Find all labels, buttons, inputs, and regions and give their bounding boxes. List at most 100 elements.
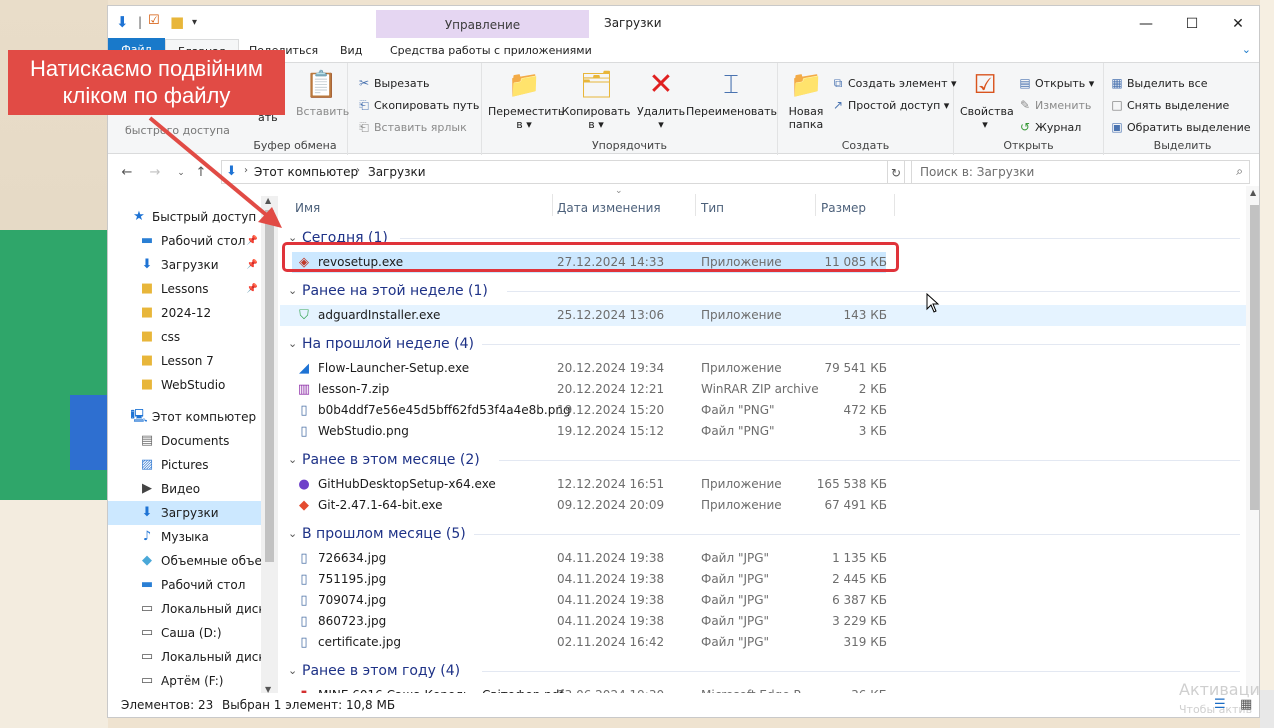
folder-icon: ■ [140,377,154,392]
file-row[interactable]: ▯ certificate.jpg 02.11.2024 16:42 Файл "JP… [280,632,1246,653]
breadcrumb-this-pc[interactable]: Этот компьютер [254,165,358,179]
nav-this-pc[interactable]: 🖳 Этот компьютер [108,405,261,429]
file-row[interactable]: ▥ lesson-7.zip 20.12.2024 12:21 WinRAR ZIP … [280,379,1246,400]
column-header-name[interactable]: Имя [295,194,320,222]
large-icons-view-icon[interactable]: ▦ [1240,697,1252,712]
star-icon: ★ [133,209,145,224]
nav-pc-item[interactable]: ▨ Pictures [108,453,261,477]
collapse-chevron-icon[interactable]: ⌄ [288,522,297,546]
nav-quick-item[interactable]: ⬇ Загрузки 📌 [108,253,261,277]
scroll-up-icon[interactable]: ▲ [265,196,271,205]
pin-icon: 📌 [246,260,258,270]
up-arrow-icon[interactable]: ↑ [190,162,212,184]
nav-pc-item[interactable]: ▭ Артём (F:) [108,669,261,693]
properties-button[interactable]: ☑ Свойства ▾ [960,69,1014,131]
file-list-scroll-thumb[interactable] [1250,205,1259,510]
nav-pc-item[interactable]: ▤ Documents [108,429,261,453]
group-header[interactable]: ⌄ Ранее в этом месяце (2) [280,448,1246,472]
collapse-chevron-icon[interactable]: ⌄ [288,659,297,683]
breadcrumb-downloads[interactable]: Загрузки [368,165,426,179]
tab-app-tools[interactable]: Средства работы с приложениями [390,44,592,57]
collapse-chevron-icon[interactable]: ⌄ [288,279,297,303]
nav-pc-item[interactable]: ♪ Музыка [108,525,261,549]
pin-quick-access-label[interactable]: быстрого доступа [125,124,230,137]
select-all-button[interactable]: ▦ Выделить все [1110,76,1207,90]
maximize-button[interactable]: ☐ [1169,11,1215,37]
group-header[interactable]: ⌄ В прошлом месяце (5) [280,522,1246,546]
close-button[interactable]: ✕ [1215,11,1259,37]
nav-quick-item[interactable]: ■ css [108,325,261,349]
file-size: 2 445 КБ [832,572,887,586]
edit-button[interactable]: ✎ Изменить [1018,98,1091,112]
nav-quick-access[interactable]: ★ Быстрый доступ [108,205,261,229]
delete-x-icon: ✕ [648,67,674,102]
address-bar[interactable]: ⬇ › Этот компьютер › Загрузки ⌄ [221,160,1002,184]
nav-pc-item[interactable]: ▭ Саша (D:) [108,621,261,645]
scroll-up-icon[interactable]: ▲ [1250,188,1256,197]
copy-to-button[interactable]: 🗂 Копировать в ▾ [560,69,632,131]
column-header-size[interactable]: Размер [821,194,866,222]
nav-pc-item[interactable]: ◆ Объемные объекты [108,549,261,573]
download-arrow-icon[interactable]: ⬇ [116,13,129,31]
nav-quick-item[interactable]: ■ WebStudio [108,373,261,397]
recent-locations-chevron-icon[interactable]: ⌄ [170,162,192,184]
search-icon[interactable]: ⌕ [1236,164,1243,179]
new-folder-icon[interactable]: ■ [170,13,184,31]
invert-selection-button[interactable]: ▣ Обратить выделение [1110,120,1250,134]
column-separator[interactable] [695,194,696,216]
file-list-scrollbar[interactable]: ▲ [1246,186,1259,695]
file-row[interactable]: ▯ WebStudio.png 19.12.2024 15:12 Файл "PNG"… [280,421,1246,442]
file-row[interactable]: ▯ 726634.jpg 04.11.2024 19:38 Файл "JPG" 1 1… [280,548,1246,569]
details-view-icon[interactable]: ☰ [1214,697,1226,712]
nav-quick-item[interactable]: ▬ Рабочий стол 📌 [108,229,261,253]
nav-scroll-thumb[interactable] [265,210,274,562]
collapse-chevron-icon[interactable]: ⌄ [288,448,297,472]
new-folder-button[interactable]: 📁 Новая папка [782,69,830,131]
file-row[interactable]: ▯ 860723.jpg 04.11.2024 19:38 Файл "JPG" 3 2… [280,611,1246,632]
nav-pc-item[interactable]: ▭ Локальный диск (E:) [108,645,261,669]
select-none-button[interactable]: □ Снять выделение [1110,98,1229,112]
history-button[interactable]: ↺ Журнал [1018,120,1081,134]
open-button[interactable]: ▤ Открыть ▾ [1018,76,1094,90]
group-header[interactable]: ⌄ Ранее на этой неделе (1) [280,279,1246,303]
nav-pc-item[interactable]: ▬ Рабочий стол [108,573,261,597]
file-row[interactable]: ▯ b0b4ddf7e56e45d5bff62fd53f4a4e8b.png 19.… [280,400,1246,421]
easy-access-button[interactable]: ↗ Простой доступ ▾ [831,98,949,112]
properties-check-icon[interactable]: ☑ [148,13,160,28]
forward-arrow-icon[interactable]: → [144,162,166,184]
file-name: GitHubDesktopSetup-x64.exe [318,477,496,491]
minimize-button[interactable]: — [1123,11,1169,37]
column-header-date[interactable]: Дата изменения [557,194,661,222]
tab-view[interactable]: Вид [340,44,362,57]
paste-button[interactable]: 📋 Вставить [296,69,349,118]
collapse-chevron-icon[interactable]: ⌄ [288,332,297,356]
group-header[interactable]: ⌄ Ранее в этом году (4) [280,659,1246,683]
file-row[interactable]: ▯ 751195.jpg 04.11.2024 19:38 Файл "JPG" 2 4… [280,569,1246,590]
nav-scrollbar[interactable]: ▲ ▼ [261,196,278,694]
back-arrow-icon[interactable]: ← [116,162,138,184]
refresh-icon[interactable]: ↻ [887,160,905,184]
new-item-button[interactable]: ⧉ Создать элемент ▾ [831,76,957,91]
expand-ribbon-icon[interactable]: ⌄ [1242,43,1251,56]
nav-quick-item[interactable]: ■ Lesson 7 [108,349,261,373]
file-row[interactable]: ◆ Git-2.47.1-64-bit.exe 09.12.2024 20:09 Пр… [280,495,1246,516]
nav-pc-item[interactable]: ▭ Локальный диск (C:) [108,597,261,621]
file-row[interactable]: ⛉ adguardInstaller.exe 25.12.2024 13:06 При… [280,305,1246,326]
move-to-button[interactable]: 📁 Переместить в ▾ [488,69,564,131]
column-header-type[interactable]: Тип [701,194,724,222]
group-header[interactable]: ⌄ На прошлой неделе (4) [280,332,1246,356]
column-separator[interactable] [894,194,895,216]
file-row[interactable]: ◢ Flow-Launcher-Setup.exe 20.12.2024 19:34… [280,358,1246,379]
nav-pc-item[interactable]: ▶ Видео [108,477,261,501]
customize-toolbar-icon[interactable]: ▾ [192,17,197,28]
nav-quick-item[interactable]: ■ 2024-12 [108,301,261,325]
rename-button[interactable]: ⌶ Переименовать [686,69,777,118]
nav-quick-item[interactable]: ■ Lessons 📌 [108,277,261,301]
nav-pc-item[interactable]: ⬇ Загрузки [108,501,261,525]
column-separator[interactable] [552,194,553,216]
search-input[interactable]: Поиск в: Загрузки ⌕ [911,160,1250,184]
column-separator[interactable] [815,194,816,216]
file-row[interactable]: ▯ 709074.jpg 04.11.2024 19:38 Файл "JPG" 6 3… [280,590,1246,611]
delete-button[interactable]: ✕ Удалить ▾ [636,67,686,132]
file-row[interactable]: ● GitHubDesktopSetup-x64.exe 12.12.2024 16… [280,474,1246,495]
